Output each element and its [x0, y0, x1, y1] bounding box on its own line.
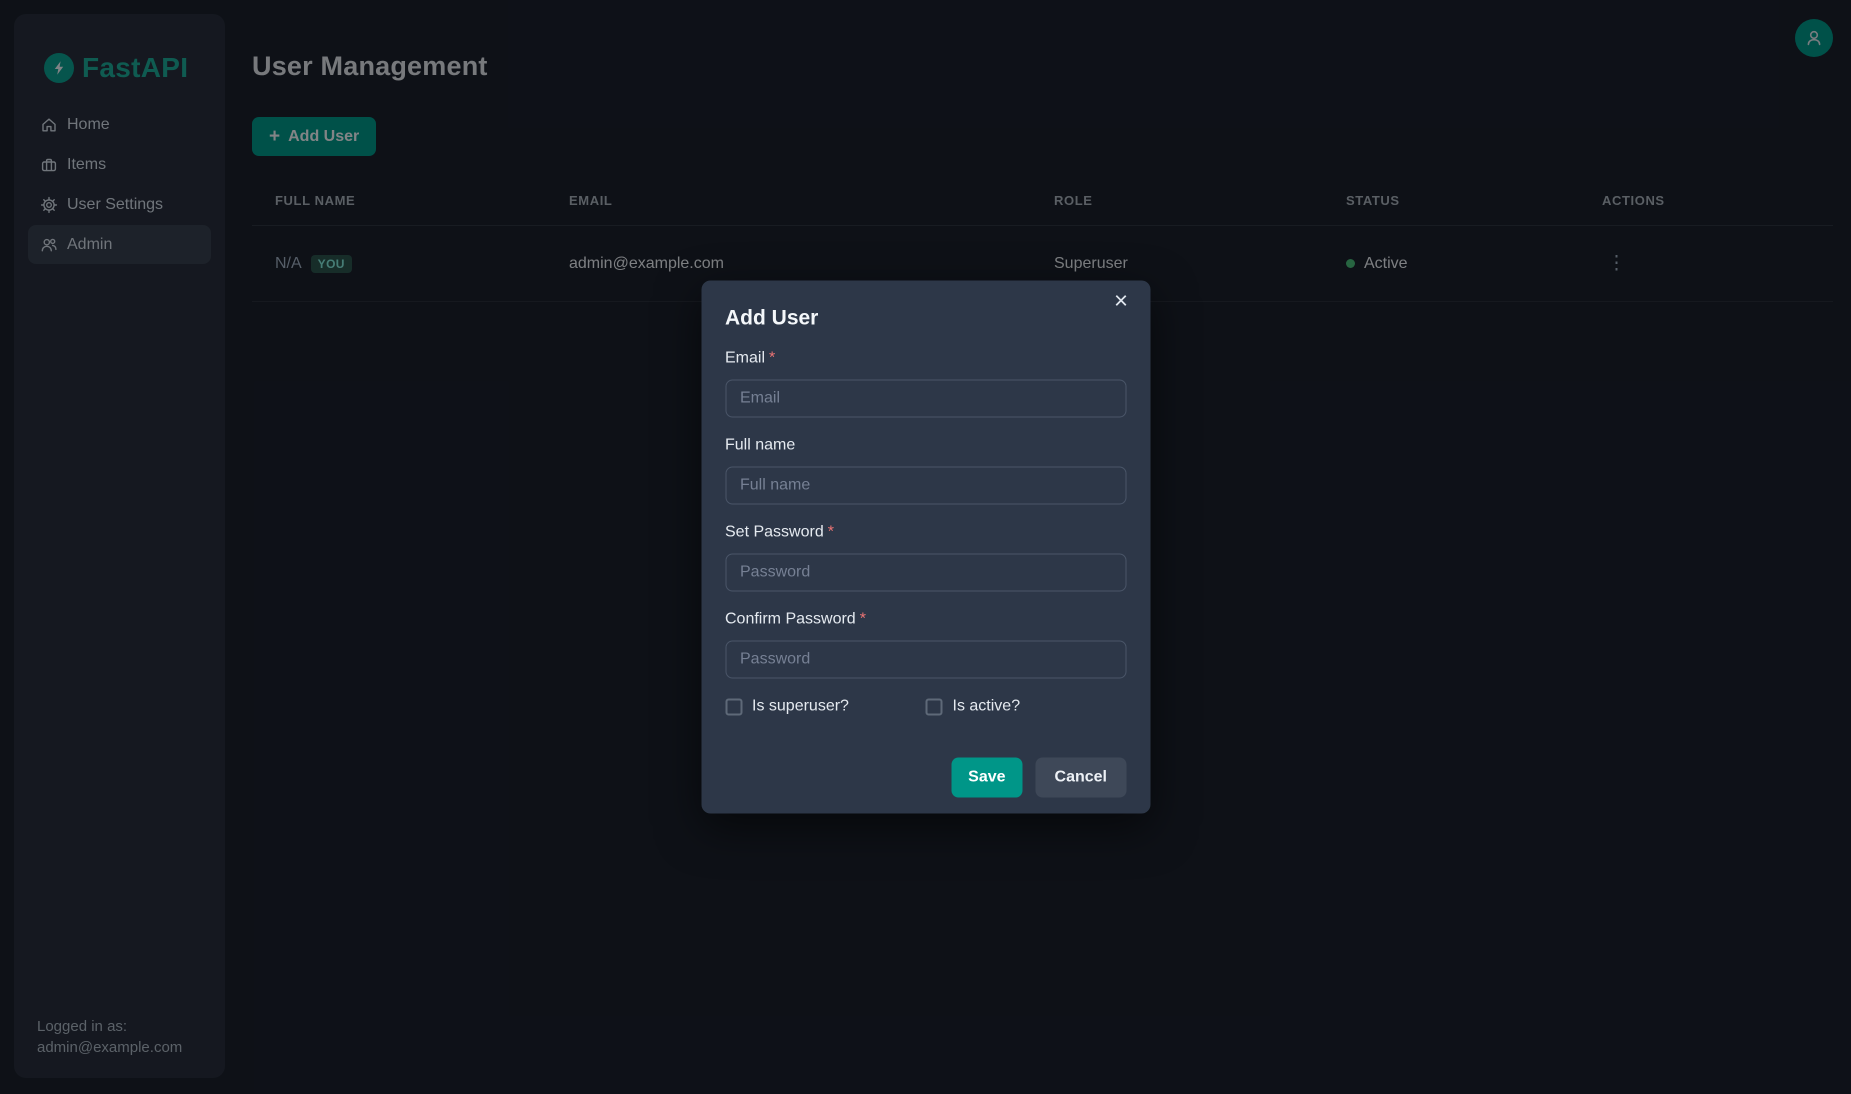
required-asterisk: *	[769, 350, 775, 367]
save-button[interactable]: Save	[951, 758, 1022, 798]
is-superuser-label: Is superuser?	[752, 698, 849, 716]
email-field[interactable]	[725, 380, 1126, 418]
email-field-group: Email*	[725, 350, 1126, 418]
modal-footer: Save Cancel	[725, 758, 1126, 798]
email-label: Email*	[725, 350, 1126, 368]
set-password-field[interactable]	[725, 554, 1126, 592]
close-icon[interactable]: ×	[1105, 286, 1137, 318]
full-name-field[interactable]	[725, 467, 1126, 505]
checkbox-icon[interactable]	[926, 698, 943, 715]
confirm-password-field[interactable]	[725, 641, 1126, 679]
checkbox-row: Is superuser? Is active?	[725, 698, 1126, 716]
required-asterisk: *	[828, 524, 834, 541]
is-active-label: Is active?	[953, 698, 1021, 716]
full-name-field-group: Full name	[725, 437, 1126, 505]
is-superuser-checkbox[interactable]: Is superuser?	[725, 698, 926, 716]
cancel-button[interactable]: Cancel	[1036, 758, 1126, 798]
full-name-label: Full name	[725, 437, 1126, 455]
is-active-checkbox[interactable]: Is active?	[926, 698, 1127, 716]
checkbox-icon[interactable]	[725, 698, 742, 715]
confirm-password-label: Confirm Password*	[725, 611, 1126, 629]
set-password-field-group: Set Password*	[725, 524, 1126, 592]
add-user-modal: × Add User Email* Full name Set Password…	[701, 281, 1150, 814]
set-password-label: Set Password*	[725, 524, 1126, 542]
required-asterisk: *	[860, 611, 866, 628]
modal-title: Add User	[725, 305, 1126, 333]
confirm-password-field-group: Confirm Password*	[725, 611, 1126, 679]
